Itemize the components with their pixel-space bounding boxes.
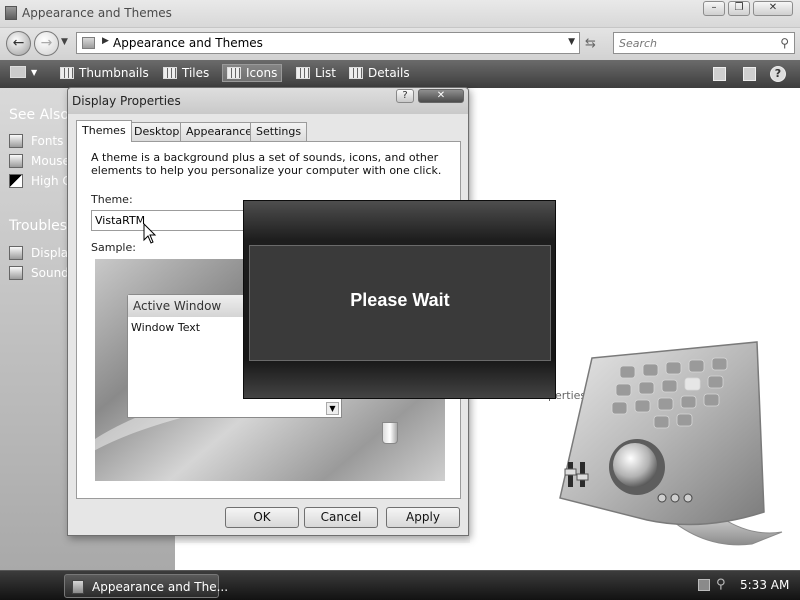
fonts-icon: [9, 134, 23, 148]
sidebar-item-label: Sound: [31, 266, 69, 280]
sample-window-title: Active Window: [133, 299, 222, 313]
tab-settings[interactable]: Settings: [250, 122, 308, 141]
sidebar-item-sound[interactable]: Sound: [9, 266, 69, 280]
sidebar-item-high-contrast[interactable]: High C: [9, 174, 71, 188]
help-document-icon: [9, 246, 23, 260]
layout-icon[interactable]: [743, 67, 756, 81]
organize-menu[interactable]: ▼: [10, 66, 37, 78]
back-button[interactable]: ←: [6, 31, 31, 56]
apply-button[interactable]: Apply: [386, 507, 460, 528]
explorer-titlebar[interactable]: Appearance and Themes – ❐ ✕: [0, 0, 800, 28]
view-list-label: List: [315, 66, 336, 80]
sidebar-item-label: High C: [31, 174, 71, 188]
tray-network-icon[interactable]: [698, 579, 710, 591]
sidebar-item-display[interactable]: Display: [9, 246, 75, 260]
view-list-button[interactable]: List: [296, 66, 336, 80]
please-wait-message: Please Wait: [350, 290, 450, 310]
view-details-label: Details: [368, 66, 410, 80]
mouse-icon: [9, 154, 23, 168]
dialog-help-button[interactable]: ?: [396, 89, 414, 103]
list-icon: [296, 67, 310, 79]
details-icon: [349, 67, 363, 79]
view-tiles-label: Tiles: [182, 66, 210, 80]
thumbnails-icon: [60, 67, 74, 79]
command-toolbar: ▼ Thumbnails Tiles Icons List Details ?: [0, 60, 800, 88]
icons-view-icon: [227, 67, 241, 79]
organize-icon: [10, 66, 26, 78]
tray-search-icon[interactable]: ⚲: [716, 577, 726, 592]
folder-icon: [82, 37, 95, 49]
dialog-title: Display Properties: [72, 94, 181, 108]
recent-pages-chevron-icon[interactable]: ▼: [61, 37, 68, 47]
see-also-heading: See Also: [9, 107, 69, 123]
tiles-icon: [163, 67, 177, 79]
tab-themes[interactable]: Themes: [76, 120, 132, 142]
cancel-button[interactable]: Cancel: [304, 507, 378, 528]
scroll-down-arrow-icon: ▼: [326, 402, 339, 415]
chevron-down-icon: ▼: [31, 67, 38, 77]
view-icons-button[interactable]: Icons: [222, 64, 283, 82]
control-panel-illustration: [559, 341, 783, 546]
window-title: Appearance and Themes: [22, 6, 172, 20]
theme-label: Theme:: [91, 193, 133, 206]
sidebar-item-fonts[interactable]: Fonts: [9, 134, 63, 148]
view-thumbnails-label: Thumbnails: [79, 66, 149, 80]
minimize-button[interactable]: –: [703, 1, 725, 16]
sample-label: Sample:: [91, 241, 136, 254]
theme-selected-value: VistaRTM: [95, 214, 146, 227]
please-wait-dialog: Please Wait: [243, 200, 556, 399]
mouse-cursor-icon: [143, 223, 157, 244]
view-details-button[interactable]: Details: [349, 66, 410, 80]
taskbar-button-label: Appearance and The...: [92, 580, 229, 594]
theme-dropdown[interactable]: VistaRTM: [91, 210, 251, 231]
folder-icon: [5, 6, 17, 20]
breadcrumb-arrow-icon[interactable]: ▶: [102, 36, 109, 46]
help-document-icon: [9, 266, 23, 280]
small-buttons: [657, 493, 693, 503]
dialog-close-button[interactable]: ✕: [418, 89, 464, 103]
dialog-titlebar[interactable]: Display Properties ? ✕: [68, 88, 468, 114]
sample-window-text: Window Text: [131, 321, 201, 334]
tab-appearance[interactable]: Appearance: [180, 122, 259, 141]
troubleshooters-heading: Troublesh: [9, 218, 76, 234]
help-icon[interactable]: ?: [770, 66, 786, 82]
forward-button[interactable]: →: [34, 31, 59, 56]
search-placeholder: Search: [619, 37, 658, 50]
refresh-icon[interactable]: ⇆: [585, 36, 596, 51]
address-dropdown-icon[interactable]: ▼: [568, 37, 575, 47]
sidebar-item-mouse[interactable]: Mouse: [9, 154, 70, 168]
folder-icon: [72, 580, 84, 594]
recycle-bin-icon: [382, 422, 398, 444]
sidebar-item-label: Mouse: [31, 154, 70, 168]
taskbar: Appearance and The... ⚲ 5:33 AM: [0, 570, 800, 600]
search-icon[interactable]: ⚲: [780, 36, 789, 50]
please-wait-panel: Please Wait: [249, 245, 551, 361]
close-button[interactable]: ✕: [753, 1, 793, 16]
ok-button[interactable]: OK: [225, 507, 299, 528]
maximize-button[interactable]: ❐: [728, 1, 750, 16]
high-contrast-icon: [9, 174, 23, 188]
preview-pane-icon[interactable]: [713, 67, 726, 81]
sidebar-item-label: Fonts: [31, 134, 64, 148]
view-tiles-button[interactable]: Tiles: [163, 66, 209, 80]
theme-description: A theme is a background plus a set of so…: [91, 151, 442, 177]
tab-desktop[interactable]: Desktop: [128, 122, 186, 141]
search-input[interactable]: Search ⚲: [613, 32, 795, 54]
address-bar[interactable]: ▶ Appearance and Themes ▼: [76, 32, 580, 54]
view-icons-label: Icons: [246, 66, 278, 80]
view-thumbnails-button[interactable]: Thumbnails: [60, 66, 149, 80]
taskbar-clock[interactable]: 5:33 AM: [740, 578, 789, 592]
taskbar-window-button[interactable]: Appearance and The...: [64, 574, 228, 598]
breadcrumb[interactable]: Appearance and Themes: [113, 36, 263, 50]
navigation-bar: ← → ▼ ▶ Appearance and Themes ▼ ⇆ Search…: [0, 28, 800, 60]
